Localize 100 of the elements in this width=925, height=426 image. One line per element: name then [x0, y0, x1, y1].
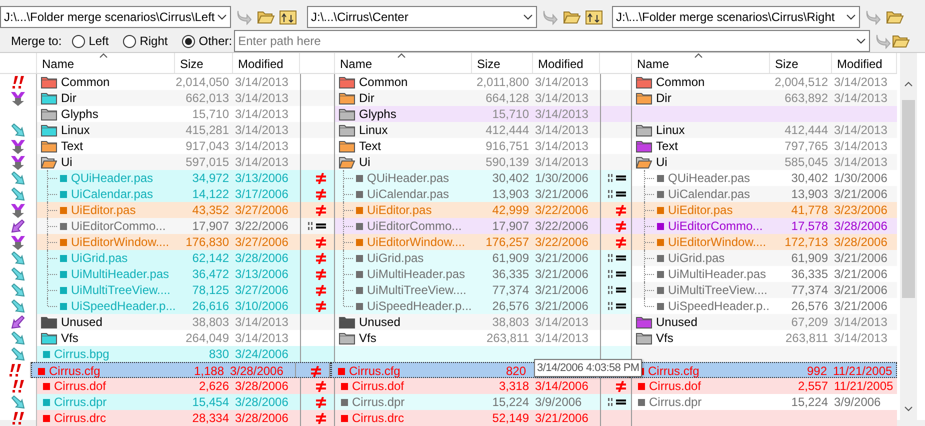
file-row[interactable]: Unused 67,209 3/14/2013 [632, 314, 897, 330]
scroll-down-icon[interactable] [904, 406, 913, 412]
file-row[interactable]: Linux 412,444 3/14/2013 [335, 122, 632, 138]
file-name: Cirrus.dof [649, 379, 702, 393]
folder-icon[interactable] [563, 9, 581, 25]
file-name: Cirrus.cfg [49, 364, 100, 378]
file-row[interactable]: Cirrus.drc 52,149 3/21/2006 [335, 410, 632, 426]
file-row[interactable]: UiEditor.pas 43,352 3/27/2006 [37, 202, 335, 218]
file-row[interactable]: Cirrus.dpr 15,224 3/9/2006 [335, 394, 632, 410]
file-row[interactable]: UiCalendar.pas 13,903 3/21/2006 [632, 186, 897, 202]
path-dropdown[interactable]: J:\...\Folder merge scenarios\Cirrus\Right [612, 6, 860, 28]
arrow-icon[interactable] [864, 9, 882, 25]
file-name: Unused [61, 315, 102, 329]
file-row[interactable]: UiEditor.pas 41,778 3/23/2006 [632, 202, 897, 218]
file-row[interactable]: UiEditorCommo... 17,907 3/22/2006 [335, 218, 632, 234]
path-dropdown[interactable]: J:\...\Folder merge scenarios\Cirrus\Left [0, 6, 231, 28]
radio-option[interactable]: Right [122, 34, 168, 48]
file-date: 3/13/2006 [234, 171, 290, 185]
file-row[interactable]: UiEditorWindow.... 172,713 3/28/2006 [632, 234, 897, 250]
file-row[interactable]: Dir 662,013 3/14/2013 [37, 90, 335, 106]
scrollbar[interactable] [900, 53, 917, 420]
file-row[interactable]: UiMultiHeader.pas 36,335 3/21/2006 [335, 266, 632, 282]
file-row[interactable]: Cirrus.dof 3,318 3/14/2006 [335, 378, 632, 394]
arrow-icon[interactable] [541, 9, 559, 25]
file-size: 820 [504, 364, 527, 378]
file-row[interactable]: Linux 412,444 3/14/2013 [632, 122, 897, 138]
file-row[interactable]: UiSpeedHeader.p... 26,576 3/21/2006 [335, 298, 632, 314]
file-row[interactable]: QUiHeader.pas 30,402 1/30/2006 [335, 170, 632, 186]
file-date: 3/14/2013 [833, 91, 888, 105]
file-size: 2,626 [198, 379, 230, 393]
file-size: 2,557 [796, 379, 829, 393]
file-name: Dir [61, 91, 76, 105]
file-size: 663,892 [784, 91, 829, 105]
folder-icon[interactable] [892, 33, 910, 49]
file-row[interactable]: UiEditor.pas 42,999 3/22/2006 [335, 202, 632, 218]
column-header[interactable]: Modified [832, 53, 897, 73]
column-header[interactable]: Size [175, 53, 233, 73]
file-row[interactable]: Ui 597,015 3/14/2013 [37, 154, 335, 170]
file-row[interactable]: Ui 590,139 3/14/2013 [335, 154, 632, 170]
file-name: UiEditorCommo... [367, 219, 462, 233]
file-size: 263,811 [784, 331, 829, 345]
column-header[interactable]: Modified [233, 53, 300, 73]
scroll-up-icon[interactable] [904, 81, 913, 87]
column-header[interactable]: Modified [533, 53, 600, 73]
file-date: 3/21/2006 [534, 187, 590, 201]
file-row[interactable]: UiMultiTreeView.... 77,374 3/21/2006 [632, 282, 897, 298]
file-row[interactable]: UiEditorWindow.... 176,257 3/22/2006 [335, 234, 632, 250]
arrow-icon[interactable] [874, 33, 892, 49]
file-size: 26,616 [191, 299, 230, 313]
file-row[interactable]: Dir 663,892 3/14/2013 [632, 90, 897, 106]
file-row[interactable]: UiGrid.pas 61,909 3/21/2006 [632, 250, 897, 266]
file-date: 3/22/2006 [534, 235, 590, 249]
file-size: 1,188 [192, 364, 225, 378]
folder-arrows-icon[interactable] [585, 9, 603, 25]
column-header[interactable]: Size [770, 53, 832, 73]
file-name: Text [656, 139, 678, 153]
column-header[interactable]: Name [335, 53, 472, 73]
radio-option[interactable]: Left [72, 34, 109, 48]
file-date: 3/14/2013 [534, 123, 590, 137]
file-size: 17,578 [790, 219, 829, 233]
file-row[interactable]: UiEditorCommo... 17,907 3/22/2006 [37, 218, 335, 234]
column-header[interactable]: Size [472, 53, 533, 73]
path-input-field[interactable]: Enter path here [234, 30, 870, 52]
file-date: 3/22/2006 [234, 219, 290, 233]
file-name: Common [656, 75, 705, 89]
file-row[interactable]: UiEditorCommo... 17,578 3/28/2006 [632, 218, 897, 234]
file-date: 3/14/2013 [534, 107, 590, 121]
file-row[interactable]: Unused 38,803 3/14/2013 [335, 314, 632, 330]
file-row[interactable]: Cirrus.dof 2,626 3/28/2006 [37, 378, 335, 394]
file-date: 1/30/2006 [833, 171, 888, 185]
file-date: 3/28/2006 [229, 364, 284, 378]
folder-icon[interactable] [257, 9, 275, 25]
file-date: 3/21/2006 [534, 411, 590, 425]
file-date: 3/21/2006 [833, 251, 888, 265]
arrow-icon[interactable] [235, 9, 253, 25]
file-date: 3/28/2006 [234, 251, 290, 265]
path-dropdown[interactable]: J:\...\Cirrus\Center [307, 6, 537, 28]
file-row[interactable]: UiMultiTreeView.... 77,374 3/21/2006 [335, 282, 632, 298]
file-row[interactable]: Glyphs 15,710 3/14/2013 [335, 106, 632, 122]
file-date: 3/21/2006 [833, 299, 888, 313]
file-name: Cirrus.drc [352, 411, 404, 425]
folder-arrows-icon[interactable] [279, 9, 297, 25]
file-row[interactable]: Cirrus.dof 2,557 11/21/2005 [632, 378, 897, 394]
file-date: 3/14/2013 [234, 331, 290, 345]
file-row[interactable]: UiCalendar.pas 13,903 3/21/2006 [335, 186, 632, 202]
radio-option[interactable]: Other: [182, 34, 232, 48]
file-row[interactable]: UiGrid.pas 61,909 3/21/2006 [335, 250, 632, 266]
file-size: 992 [806, 364, 828, 378]
file-row[interactable]: Linux 415,281 3/14/2013 [37, 122, 335, 138]
column-header[interactable]: Name [632, 53, 770, 73]
file-name: UiGrid.pas [71, 251, 128, 265]
file-row[interactable]: Dir 664,128 3/14/2013 [335, 90, 632, 106]
file-size: 17,907 [191, 219, 230, 233]
file-row[interactable]: Unused 38,803 3/14/2013 [37, 314, 335, 330]
file-row[interactable]: UiEditorWindow.... 176,830 3/27/2006 [37, 234, 335, 250]
folder-icon[interactable] [886, 9, 904, 25]
file-row[interactable]: Cirrus.drc 28,334 3/28/2006 [37, 410, 335, 426]
file-row[interactable]: Ui 585,045 3/14/2013 [632, 154, 897, 170]
column-header[interactable]: Name [37, 53, 175, 73]
file-size: 2,011,800 [476, 75, 530, 89]
